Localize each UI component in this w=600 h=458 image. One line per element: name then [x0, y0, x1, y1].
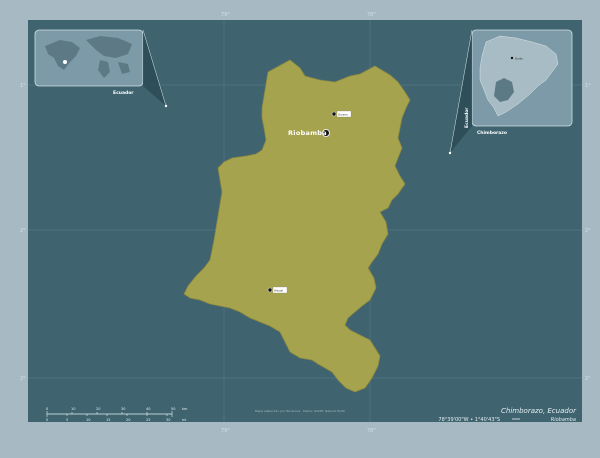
inset-capital-label: Quito: [515, 57, 523, 61]
top-tick-2: 78°: [367, 12, 376, 18]
inset-capital-dot: [510, 56, 514, 60]
city-label-guano: Guano: [338, 113, 348, 117]
map-title: Chimborazo, Ecuador: [501, 407, 577, 415]
bottom-tick-2: 78°: [367, 428, 376, 434]
capital-city-label: Riobamba: [288, 129, 327, 137]
scale-top-unit: km: [182, 407, 188, 411]
scale-bottom-label-4: 20: [126, 418, 130, 422]
scale-bottom-label-0: 0: [46, 418, 48, 422]
world-locator-dot: [63, 60, 67, 64]
inset-country-label: Ecuador: [464, 107, 470, 128]
city-marker-alausi[interactable]: [267, 287, 273, 293]
scale-bottom-label-2: 10: [86, 418, 90, 422]
scale-top-label-0: 0: [46, 407, 48, 411]
map-frame: 79° 78° 79° 78° 1° 2° 2° 1° 2° 2° Riobam…: [0, 0, 600, 458]
scale-bottom-label-6: 30: [166, 418, 170, 422]
scale-top-label-3: 30: [121, 407, 125, 411]
left-tick-2: 2°: [20, 228, 26, 234]
scale-top-label-5: 50: [171, 407, 175, 411]
city-marker-guano[interactable]: [331, 111, 337, 117]
scale-top-label-1: 10: [71, 407, 75, 411]
legend-capital-label: Riobamba: [551, 417, 576, 423]
bottom-tick-1: 79°: [221, 428, 230, 434]
right-tick-1: 1°: [585, 83, 591, 89]
scale-bottom-label-1: 5: [66, 418, 68, 422]
scale-top-label-2: 20: [96, 407, 100, 411]
scale-top-label-4: 40: [146, 407, 150, 411]
inset-region-label: Chimborazo: [477, 130, 507, 136]
scale-bottom-label-3: 15: [106, 418, 110, 422]
map-credits: Mapa elaborado por TerraLens · Datos: GA…: [255, 409, 345, 413]
map-coords: 78°39'00"W • 1°40'43"S: [438, 417, 500, 423]
right-tick-2: 2°: [585, 228, 591, 234]
left-tick-3: 2°: [20, 376, 26, 382]
inset-world-label: Ecuador: [113, 90, 134, 96]
city-label-alausi: Alausí: [274, 289, 283, 293]
scale-bottom-label-5: 25: [146, 418, 150, 422]
left-tick-1: 1°: [20, 83, 26, 89]
top-tick-1: 79°: [221, 12, 230, 18]
scale-bottom-unit: mi: [182, 418, 186, 422]
right-tick-3: 2°: [585, 376, 591, 382]
